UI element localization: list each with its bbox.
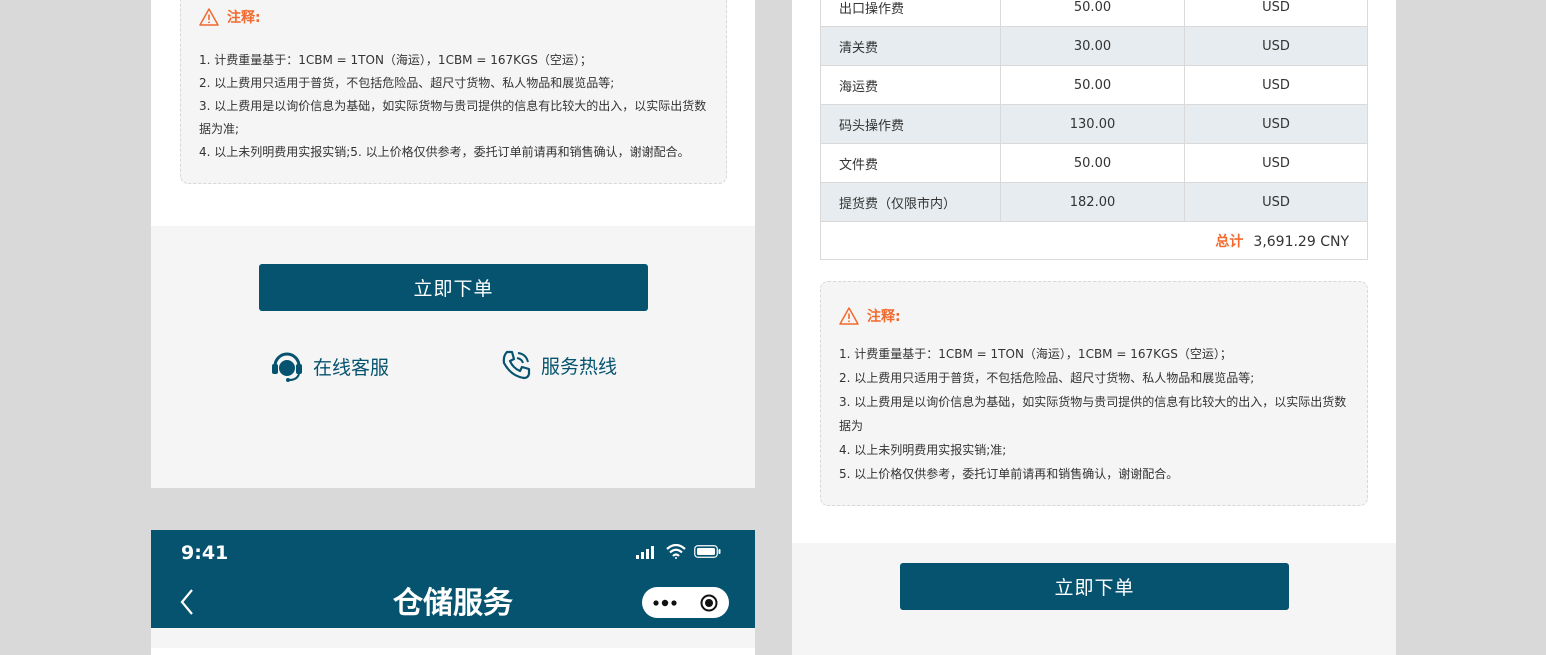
table-row: 出口操作费 50.00 USD (820, 0, 1368, 27)
fee-currency: USD (1184, 143, 1368, 183)
table-row: 文件费 50.00 USD (820, 143, 1368, 183)
note-heading: 注释: (199, 7, 261, 27)
online-service-label: 在线客服 (313, 356, 390, 379)
note-lines: 1. 计费重量基于：1CBM = 1TON（海运），1CBM = 167KGS（… (199, 49, 714, 164)
fee-amount: 50.00 (1000, 0, 1185, 27)
note-line: 4. 以上未列明费用实报实销;准; (839, 443, 1007, 457)
table-row: 清关费 30.00 USD (820, 26, 1368, 66)
note-title: 注释: (867, 309, 901, 325)
online-service-link[interactable]: 在线客服 (269, 348, 389, 384)
note-lines: 1. 计费重量基于：1CBM = 1TON（海运），1CBM = 167KGS（… (839, 342, 1355, 486)
total-row: 总计 3,691.29 CNY (820, 221, 1368, 260)
note-line: 4. 以上未列明费用实报实销;5. 以上价格仅供参考，委托订单前请再和销售确认，… (199, 145, 690, 159)
place-order-button[interactable]: 立即下单 (259, 264, 648, 311)
table-row: 提货费（仅限市内） 182.00 USD (820, 182, 1368, 222)
fee-name: 码头操作费 (820, 104, 1001, 144)
note-title: 注释: (227, 10, 261, 26)
note-line: 2. 以上费用只适用于普货，不包括危险品、超尺寸货物、私人物品和展览品等; (199, 76, 615, 90)
fee-name: 清关费 (820, 26, 1001, 66)
fee-amount: 130.00 (1000, 104, 1185, 144)
wifi-icon (666, 544, 686, 559)
fee-currency: USD (1184, 26, 1368, 66)
right-quote-panel: 出口操作费 50.00 USD 清关费 30.00 USD 海运费 50.00 … (792, 0, 1396, 543)
note-line: 5. 以上价格仅供参考，委托订单前请再和销售确认，谢谢配合。 (839, 467, 1179, 481)
note-box: 注释: 1. 计费重量基于：1CBM = 1TON（海运），1CBM = 167… (820, 281, 1368, 506)
status-icons (636, 544, 721, 559)
fee-amount: 30.00 (1000, 26, 1185, 66)
fee-table: 出口操作费 50.00 USD 清关费 30.00 USD 海运费 50.00 … (820, 0, 1368, 260)
note-line: 2. 以上费用只适用于普货，不包括危险品、超尺寸货物、私人物品和展览品等; (839, 371, 1255, 385)
fee-currency: USD (1184, 0, 1368, 27)
warning-icon (839, 307, 859, 325)
action-area: 立即下单 在线客服 服务热线 (151, 226, 755, 488)
fee-currency: USD (1184, 104, 1368, 144)
more-icon[interactable] (653, 599, 677, 607)
fee-amount: 50.00 (1000, 65, 1185, 105)
hotline-label: 服务热线 (541, 355, 618, 378)
mobile-nav-header: 9:41 仓储服务 (151, 530, 755, 628)
note-line: 1. 计费重量基于：1CBM = 1TON（海运），1CBM = 167KGS（… (199, 53, 592, 67)
headset-icon (272, 352, 302, 382)
fee-name: 出口操作费 (820, 0, 1001, 27)
battery-icon (694, 545, 721, 558)
total-value: 3,691.29 CNY (1253, 233, 1349, 250)
hotline-link[interactable]: 服务热线 (499, 348, 617, 382)
fee-amount: 182.00 (1000, 182, 1185, 222)
left-quote-panel: 注释: 1. 计费重量基于：1CBM = 1TON（海运），1CBM = 167… (151, 0, 755, 488)
total-label: 总计 (1215, 233, 1244, 250)
table-row: 码头操作费 130.00 USD (820, 104, 1368, 144)
phone-icon (502, 350, 531, 380)
note-box: 注释: 1. 计费重量基于：1CBM = 1TON（海运），1CBM = 167… (180, 0, 727, 184)
target-icon[interactable] (700, 594, 718, 612)
fee-name: 海运费 (820, 65, 1001, 105)
note-line: 3. 以上费用是以询价信息为基础，如实际货物与贵司提供的信息有比较大的出入，以实… (199, 99, 707, 136)
fee-currency: USD (1184, 182, 1368, 222)
fee-amount: 50.00 (1000, 143, 1185, 183)
warning-icon (199, 8, 219, 26)
note-line: 3. 以上费用是以询价信息为基础，如实际货物与贵司提供的信息有比较大的出入，以实… (839, 395, 1347, 433)
content-card (151, 648, 755, 655)
note-line: 1. 计费重量基于：1CBM = 1TON（海运），1CBM = 167KGS（… (839, 347, 1232, 361)
fee-name: 提货费（仅限市内） (820, 182, 1001, 222)
total-cell: 总计 3,691.29 CNY (820, 221, 1368, 260)
fee-name: 文件费 (820, 143, 1001, 183)
status-time: 9:41 (181, 542, 229, 564)
fee-currency: USD (1184, 65, 1368, 105)
signal-icon (636, 545, 654, 559)
place-order-button[interactable]: 立即下单 (900, 563, 1289, 610)
table-row: 海运费 50.00 USD (820, 65, 1368, 105)
note-heading: 注释: (839, 306, 901, 326)
mini-program-capsule[interactable] (642, 587, 729, 618)
action-area: 立即下单 (792, 543, 1396, 655)
